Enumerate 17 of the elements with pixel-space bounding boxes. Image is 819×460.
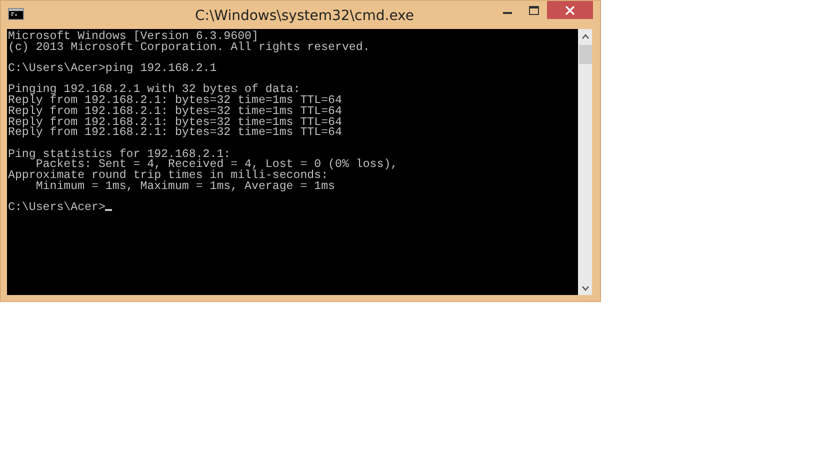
console-line: C:\Users\Acer> [8,201,106,214]
scroll-thumb[interactable] [578,45,592,64]
console-line: Approximate round trip times in milli-seconds: [8,168,328,182]
close-button[interactable] [546,1,593,19]
console-line: (c) 2013 Microsoft Corporation. All rights reserved. [8,40,370,54]
console-icon [8,8,24,20]
console-line: Reply from 192.168.2.1: bytes=32 time=1ms TTL=64 [8,126,342,140]
scrollbar[interactable] [578,29,592,295]
console-line: C:\Users\Acer>ping 192.168.2.1 [8,62,217,76]
maximize-icon [528,6,539,14]
text-cursor [105,209,112,211]
close-icon [564,6,575,14]
console-line: Reply from 192.168.2.1: bytes=32 time=1ms TTL=64 [8,104,342,118]
minimize-icon [503,12,512,14]
window-title: C:\Windows\system32\cmd.exe [194,7,414,26]
console-line: Microsoft Windows [Version 6.3.9600] [8,30,258,43]
console-line: Minimum = 1ms, Maximum = 1ms, Average = 1ms [36,180,335,193]
